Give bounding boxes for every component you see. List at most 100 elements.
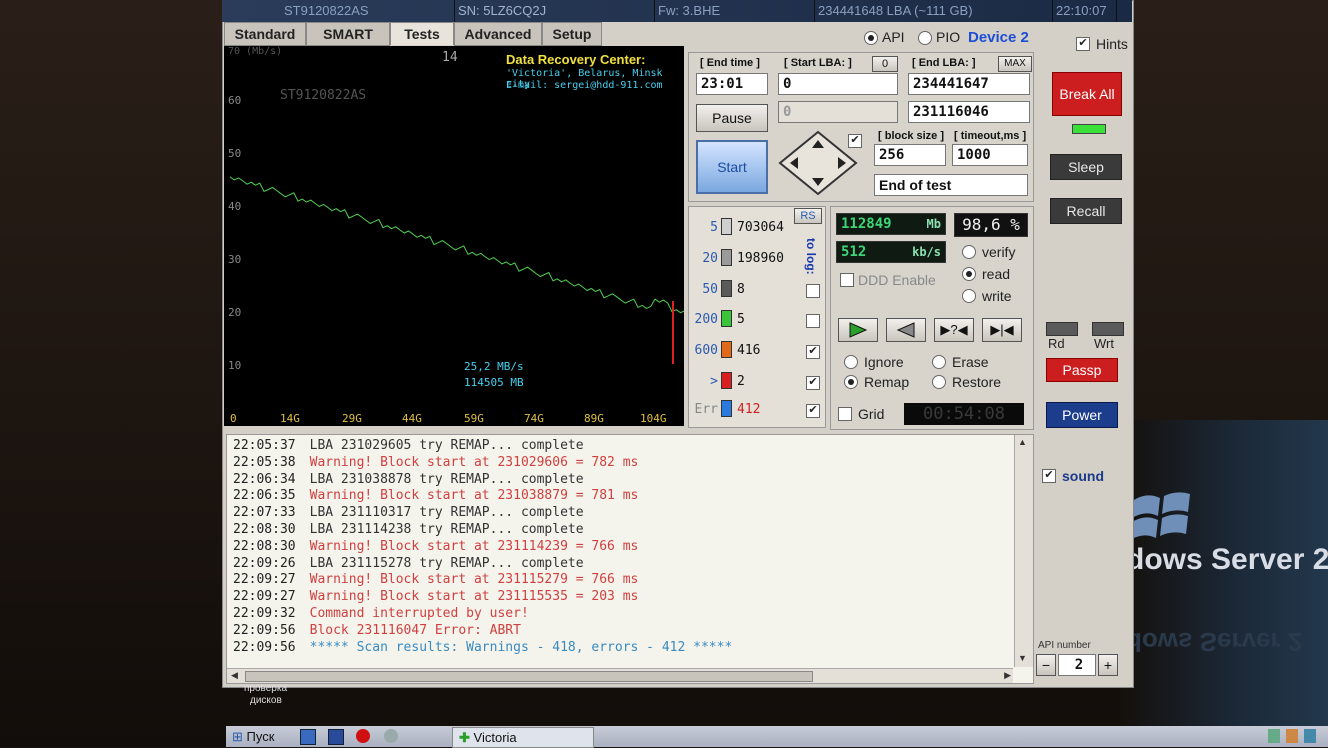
start-lba-field[interactable]: 0: [778, 73, 898, 95]
end-action-select[interactable]: End of test: [874, 174, 1028, 196]
scroll-up-arrow[interactable]: ▲: [1018, 437, 1027, 447]
speed-series-line: [229, 176, 684, 314]
quicklaunch-opera-icon[interactable]: [356, 729, 370, 743]
end-time-field[interactable]: 23:01: [696, 73, 768, 95]
block-log-checkbox[interactable]: [806, 314, 820, 328]
tab-advanced[interactable]: Advanced: [454, 22, 542, 46]
taskbar-victoria-label: Victoria: [473, 730, 517, 745]
log-line: 22:09:27 Warning! Block start at 23111553…: [233, 588, 638, 605]
block-log-checkbox[interactable]: [806, 284, 820, 298]
block-threshold: 600: [694, 343, 718, 358]
scanned-mb-unit: Mb: [926, 217, 941, 231]
log-line: 22:08:30 Warning! Block start at 23111423…: [233, 538, 638, 555]
windows-server-brand: dows Server 2: [1126, 543, 1328, 576]
windows-start-icon: ⊞: [232, 729, 243, 744]
ddd-enable-checkbox[interactable]: [840, 273, 854, 287]
skip-end-icon: ▶|◀: [990, 322, 1014, 337]
desktop-icon-label-2[interactable]: дисков: [250, 695, 282, 706]
block-size-select[interactable]: 256: [874, 144, 946, 166]
hints-checkbox[interactable]: ✔: [1076, 37, 1090, 51]
start-button-taskbar[interactable]: ⊞ Пуск: [232, 728, 274, 745]
block-log-checkbox[interactable]: ✔: [806, 345, 820, 359]
scroll-right-arrow[interactable]: ▶: [1004, 670, 1011, 681]
quicklaunch-tools-icon[interactable]: [384, 729, 398, 743]
ddd-enable-label: DDD Enable: [858, 272, 936, 288]
skip-end-button[interactable]: ▶|◀: [982, 318, 1022, 342]
tab-setup[interactable]: Setup: [542, 22, 602, 46]
log-message: Block 231116047 Error: ABRT: [309, 622, 521, 638]
play-icon: [849, 322, 868, 338]
log-time: 22:09:56: [233, 639, 296, 655]
block-threshold: 200: [694, 312, 718, 327]
rewind-button[interactable]: [886, 318, 926, 342]
api-number-minus[interactable]: −: [1036, 654, 1056, 676]
sleep-button[interactable]: Sleep: [1050, 154, 1122, 180]
device-label[interactable]: Device 2: [968, 29, 1029, 46]
block-color-swatch: [721, 218, 732, 235]
remap-radio[interactable]: [844, 375, 858, 389]
scroll-left-arrow[interactable]: ◀: [231, 670, 238, 681]
read-label: read: [982, 266, 1011, 282]
log-line: 22:05:38 Warning! Block start at 23102960…: [233, 454, 638, 471]
hints-label: Hints: [1096, 36, 1128, 52]
timeout-select[interactable]: 1000: [952, 144, 1028, 166]
ignore-radio[interactable]: [844, 355, 858, 369]
pause-button[interactable]: Pause: [696, 104, 768, 132]
log-time: 22:09:32: [233, 606, 296, 621]
quicklaunch-save-icon[interactable]: [328, 729, 344, 745]
write-radio[interactable]: [962, 289, 976, 303]
log-vertical-scrollbar[interactable]: ▲ ▼: [1014, 435, 1033, 667]
y-tick-30: 30: [228, 253, 242, 266]
scroll-down-arrow[interactable]: ▼: [1018, 653, 1027, 663]
log-line: 22:09:32 Command interrupted by user!: [233, 605, 529, 622]
tray-icon-2[interactable]: [1286, 729, 1298, 743]
x-tick-104g: 104G: [640, 412, 667, 425]
pio-radio[interactable]: [918, 31, 932, 45]
tab-standard[interactable]: Standard: [224, 22, 306, 46]
erase-radio[interactable]: [932, 355, 946, 369]
start-button[interactable]: Start: [696, 140, 768, 194]
api-number-plus[interactable]: +: [1098, 654, 1118, 676]
rs-button[interactable]: RS: [794, 208, 822, 224]
quicklaunch-desktop-icon[interactable]: [300, 729, 316, 745]
block-log-checkbox[interactable]: ✔: [806, 376, 820, 390]
restore-radio[interactable]: [932, 375, 946, 389]
taskbar-victoria[interactable]: ✚ Victoria: [452, 727, 594, 748]
tray-icon-1[interactable]: [1268, 729, 1280, 743]
block-log-checkbox[interactable]: ✔: [806, 404, 820, 418]
direction-checkbox[interactable]: ✔: [848, 134, 862, 148]
direction-pad[interactable]: [778, 130, 858, 196]
passp-button[interactable]: Passp: [1046, 358, 1118, 382]
block-count: 416: [737, 343, 761, 358]
end-lba-field[interactable]: 234441647: [908, 73, 1030, 95]
clock: 22:10:07: [1050, 0, 1117, 22]
restore-label: Restore: [952, 374, 1002, 390]
seek-query-button[interactable]: ▶?◀: [934, 318, 974, 342]
power-button[interactable]: Power: [1046, 402, 1118, 428]
log-message: Warning! Block start at 231115535 = 203 …: [309, 589, 639, 605]
recall-button[interactable]: Recall: [1050, 198, 1122, 224]
read-radio[interactable]: [962, 267, 976, 281]
end-time-label: [ End time ]: [700, 57, 760, 69]
tab-tests[interactable]: Tests: [390, 22, 454, 45]
tray-icon-3[interactable]: [1304, 729, 1316, 743]
sound-checkbox[interactable]: ✔: [1042, 469, 1056, 483]
grid-checkbox[interactable]: [838, 407, 852, 421]
tab-smart[interactable]: SMART: [306, 22, 390, 46]
log-time: 22:05:37: [233, 438, 296, 453]
scroll-thumb[interactable]: [245, 671, 813, 682]
break-all-button[interactable]: Break All: [1052, 72, 1122, 116]
end-lba-max-button[interactable]: MAX: [998, 56, 1032, 72]
verify-radio[interactable]: [962, 245, 976, 259]
block-threshold: 50: [702, 282, 718, 297]
write-label: write: [982, 288, 1012, 304]
y-tick-60: 60: [228, 94, 242, 107]
start-lba-zero-button[interactable]: 0: [872, 56, 898, 72]
log-time: 22:08:30: [233, 538, 296, 554]
rewind-icon: [896, 322, 915, 338]
api-radio[interactable]: [864, 31, 878, 45]
desktop-icon-label-1[interactable]: проверка: [244, 683, 287, 694]
log-horizontal-scrollbar[interactable]: ◀ ▶: [227, 668, 1013, 683]
play-button[interactable]: [838, 318, 878, 342]
api-number-field[interactable]: 2: [1058, 654, 1096, 676]
